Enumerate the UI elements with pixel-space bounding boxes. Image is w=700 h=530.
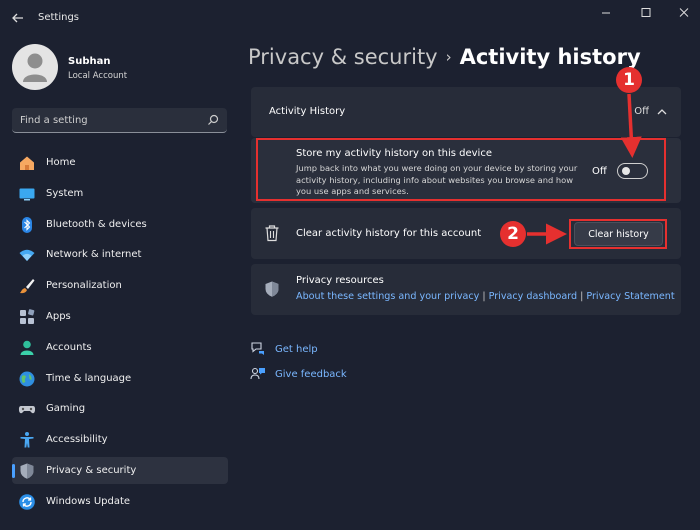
expander-title: Activity History [269, 106, 346, 117]
shield-icon [265, 281, 279, 297]
sidebar-nav: Home System Bluetooth & devices Network … [12, 149, 228, 519]
step-2-badge: 2 [500, 221, 526, 247]
highlight-box-store [256, 138, 666, 201]
privacy-resources: Privacy resources About these settings a… [251, 264, 681, 315]
sidebar-item-label: Windows Update [46, 495, 131, 507]
avatar[interactable] [12, 44, 58, 90]
give-feedback-link[interactable]: Give feedback [275, 369, 347, 380]
apps-icon [20, 309, 35, 324]
privacy-dashboard-link[interactable]: Privacy dashboard [489, 291, 578, 302]
sidebar-item-label: Home [46, 157, 76, 168]
privacy-resources-title: Privacy resources [296, 275, 384, 286]
user-icon [23, 53, 47, 82]
sidebar-item-accessibility[interactable]: Accessibility [12, 426, 228, 453]
sidebar-item-bluetooth[interactable]: Bluetooth & devices [12, 211, 228, 238]
wifi-icon [19, 250, 35, 262]
sidebar-item-label: System [46, 187, 84, 199]
privacy-links: About these settings and your privacy | Pr… [296, 291, 675, 302]
highlight-box-clear [569, 219, 667, 249]
bluetooth-icon [22, 216, 32, 233]
minimize-icon[interactable] [592, 4, 620, 22]
shield-icon [20, 463, 34, 479]
privacy-statement-link[interactable]: Privacy Statement [586, 291, 674, 302]
sidebar-item-windows-update[interactable]: Windows Update [12, 488, 228, 515]
chevron-up-icon[interactable] [655, 105, 669, 119]
sidebar-item-label: Privacy & security [46, 464, 137, 476]
get-help-link[interactable]: Get help [275, 344, 318, 355]
update-icon [19, 493, 35, 510]
home-icon [20, 156, 34, 170]
sidebar-item-home[interactable]: Home [12, 149, 228, 176]
sidebar-item-privacy-security[interactable]: Privacy & security [12, 456, 228, 484]
brush-icon [20, 279, 35, 294]
help-icon [251, 342, 264, 355]
step-1-badge: 1 [616, 67, 642, 93]
profile-account-type: Local Account [68, 71, 128, 81]
about-settings-link[interactable]: About these settings and your privacy [296, 291, 479, 302]
get-help-row[interactable]: Get help [250, 340, 318, 358]
search-input[interactable] [20, 108, 200, 132]
sidebar-item-system[interactable]: System [12, 180, 228, 207]
give-feedback-row[interactable]: Give feedback [250, 365, 347, 383]
sidebar-item-accounts[interactable]: Accounts [12, 334, 228, 361]
breadcrumb-parent[interactable]: Privacy & security [248, 45, 438, 69]
gamepad-icon [18, 406, 36, 414]
sidebar-item-label: Accounts [46, 341, 92, 353]
breadcrumb-separator: › [445, 48, 452, 66]
sidebar-item-network[interactable]: Network & internet [12, 241, 228, 268]
expander-status: Off [634, 106, 649, 117]
sidebar-item-apps[interactable]: Apps [12, 303, 228, 330]
accessibility-icon [20, 432, 34, 448]
person-icon [20, 340, 34, 355]
sidebar-item-label: Apps [46, 310, 71, 322]
clear-history-text: Clear activity history for this account [296, 228, 482, 239]
sidebar-item-label: Personalization [46, 280, 122, 292]
activity-history-expander[interactable]: Activity History Off [251, 87, 681, 137]
search-box[interactable] [12, 108, 227, 133]
globe-icon [19, 371, 35, 387]
search-icon[interactable] [207, 114, 219, 126]
back-arrow-icon[interactable] [8, 8, 28, 28]
sidebar-item-label: Bluetooth & devices [46, 218, 147, 230]
app-title: Settings [38, 12, 80, 23]
sidebar-item-gaming[interactable]: Gaming [12, 395, 228, 422]
breadcrumb: Privacy & security › Activity history [248, 45, 641, 69]
sidebar-item-label: Time & language [46, 372, 132, 384]
page-title: Activity history [459, 45, 641, 69]
title-bar: Settings [0, 0, 700, 38]
monitor-icon [19, 188, 35, 201]
sidebar-item-personalization[interactable]: Personalization [12, 272, 228, 299]
maximize-icon[interactable] [632, 4, 660, 22]
sidebar-item-label: Accessibility [46, 434, 108, 446]
sidebar-item-label: Gaming [46, 403, 86, 415]
sidebar-item-time-language[interactable]: Time & language [12, 365, 228, 392]
feedback-icon [250, 367, 265, 380]
sidebar-item-label: Network & internet [46, 249, 142, 261]
trash-icon [265, 225, 279, 242]
close-icon[interactable] [670, 4, 698, 22]
profile-name: Subhan [68, 56, 111, 67]
